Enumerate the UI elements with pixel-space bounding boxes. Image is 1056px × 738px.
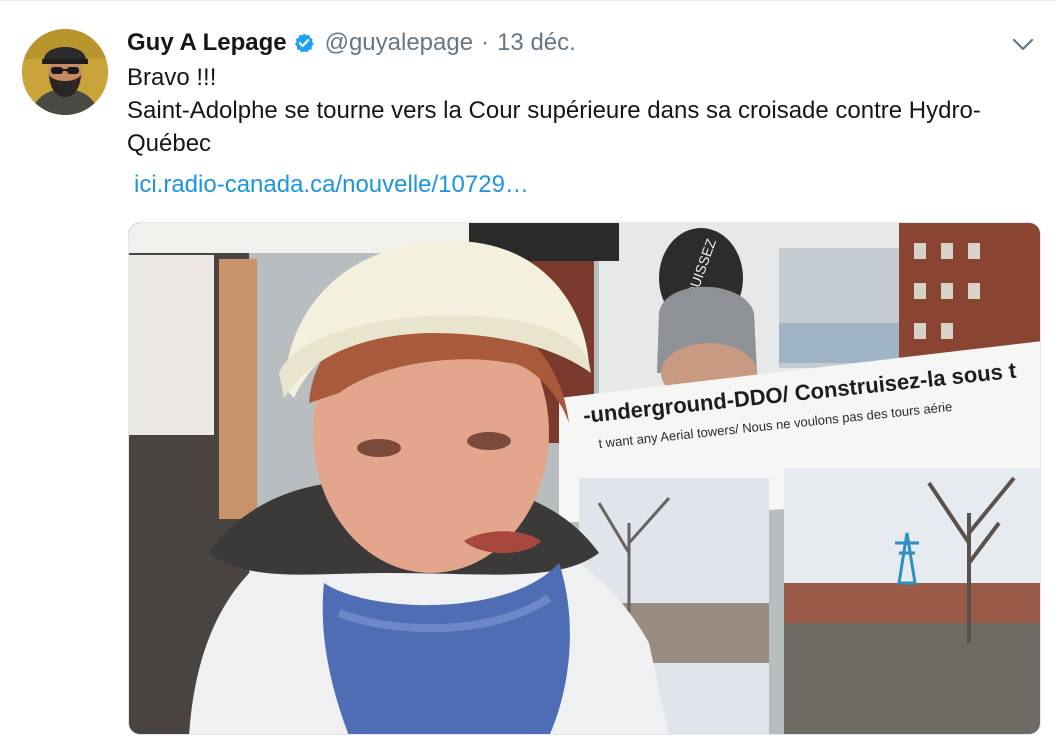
article-link[interactable]: ici.radio-canada.ca/nouvelle/10729…	[134, 168, 529, 201]
header-separator: ·	[481, 29, 490, 56]
avatar[interactable]	[22, 29, 108, 115]
verified-badge-icon	[293, 32, 315, 54]
tweet-text: Bravo !!! Saint-Adolphe se tourne vers l…	[127, 61, 1047, 160]
tweet-text-line: Bravo !!!	[127, 64, 217, 91]
photo-scene: ENFOUISSEZ -underground-DDO/ Construisez…	[129, 223, 1040, 734]
tweet-header: Guy A Lepage @guyalepage · 13 déc.	[127, 28, 576, 58]
author-name[interactable]: Guy A Lepage	[127, 29, 287, 57]
author-handle[interactable]: @guyalepage	[325, 29, 473, 57]
media-photo[interactable]: ENFOUISSEZ -underground-DDO/ Construisez…	[128, 222, 1041, 735]
tweet-text-line: Saint-Adolphe se tourne vers la Cour sup…	[127, 97, 981, 157]
tweet-timestamp[interactable]: 13 déc.	[497, 29, 576, 57]
tweet[interactable]: Guy A Lepage @guyalepage · 13 déc. Bravo…	[0, 0, 1056, 738]
avatar-image	[22, 29, 108, 115]
chevron-down-icon[interactable]	[1010, 34, 1036, 54]
